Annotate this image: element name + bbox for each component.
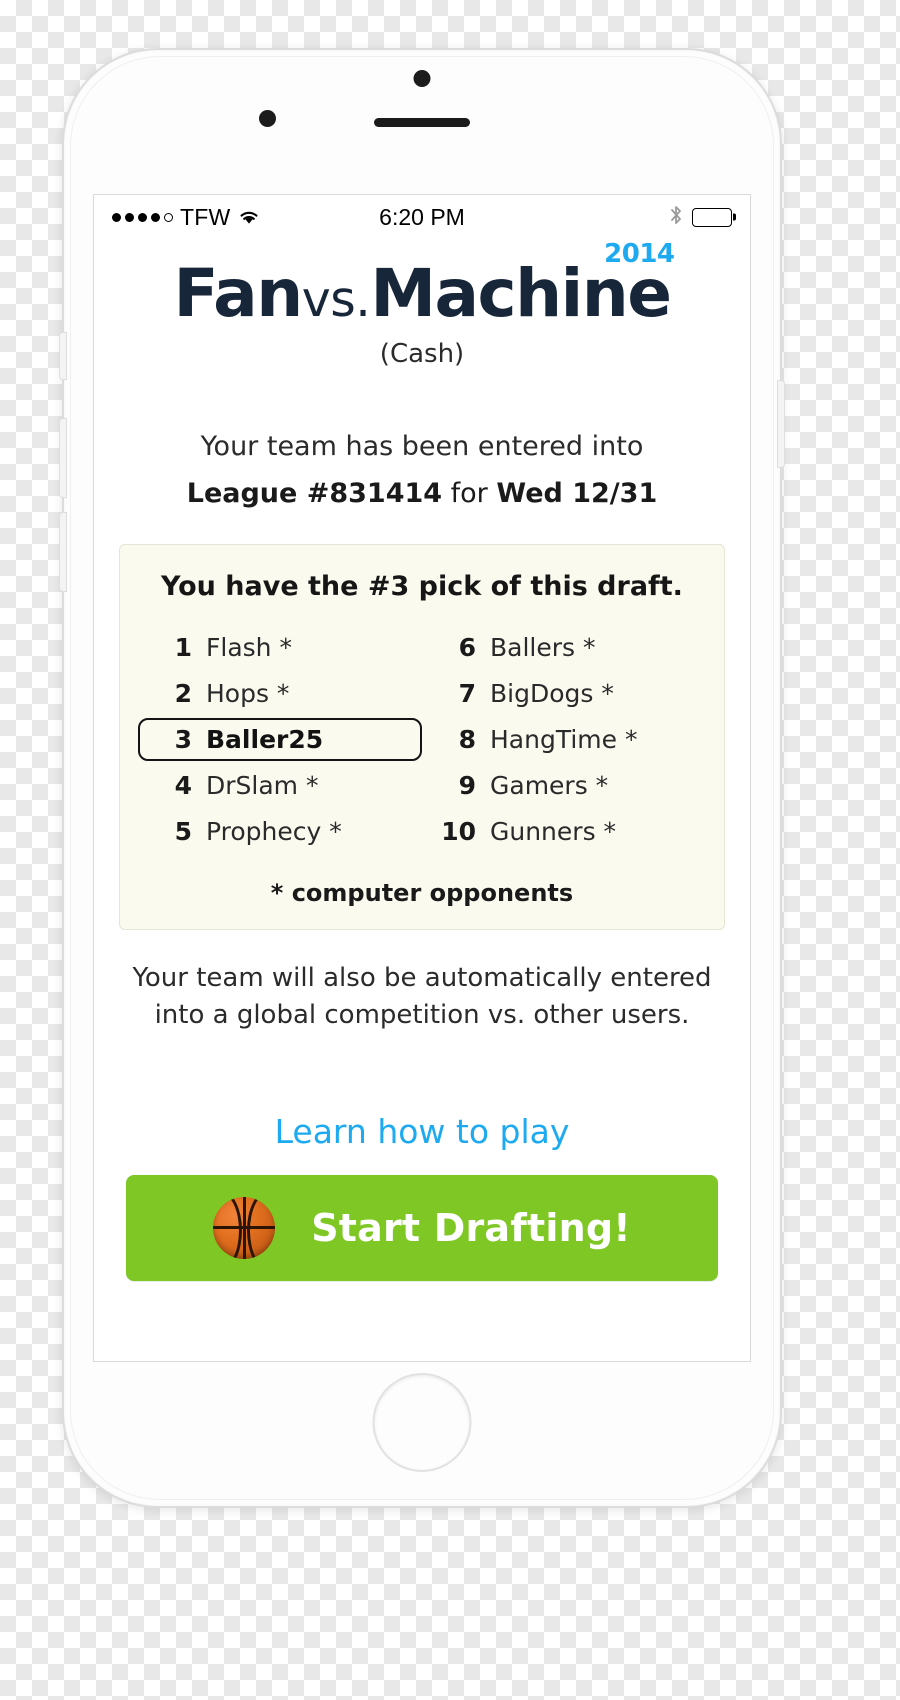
proximity-sensor: [259, 110, 276, 127]
draft-team-name: DrSlam *: [206, 771, 319, 800]
draft-team-name: BigDogs *: [490, 679, 614, 708]
logo-part-vs: vs.: [301, 271, 371, 328]
volume-up-button[interactable]: [59, 418, 67, 498]
draft-row[interactable]: 4 DrSlam *: [138, 764, 422, 807]
draft-order-grid: 1 Flash * 2 Hops * 3 Baller25 4 DrSlam *…: [138, 626, 706, 853]
draft-rank: 4: [174, 771, 192, 800]
wifi-icon: [237, 208, 261, 226]
draft-team-name: Flash *: [206, 633, 292, 662]
entry-confirmation: Your team has been entered into League #…: [116, 427, 728, 514]
front-camera: [413, 70, 431, 87]
logo-year-badge: 2014: [604, 239, 675, 269]
draft-row[interactable]: 6 Ballers *: [422, 626, 706, 669]
draft-column-right: 6 Ballers * 7 BigDogs * 8 HangTime * 9 G…: [422, 626, 706, 853]
draft-team-name: Prophecy *: [206, 817, 342, 846]
draft-pick-title: You have the #3 pick of this draft.: [161, 571, 683, 602]
status-bar: TFW 6:20 PM: [94, 195, 750, 239]
entry-line-2: League #831414 for Wed 12/31: [116, 474, 728, 515]
draft-rank: 6: [458, 633, 476, 662]
signal-strength-icon: [112, 212, 173, 222]
start-drafting-label: Start Drafting!: [311, 1205, 631, 1250]
league-id-label: League #831414: [186, 477, 443, 509]
draft-rank: 5: [174, 817, 192, 846]
app-logo-wordmark: Fanvs.Machine: [173, 261, 672, 328]
draft-rank: 7: [458, 679, 476, 708]
draft-row[interactable]: 2 Hops *: [138, 672, 422, 715]
draft-order-card: You have the #3 pick of this draft. 1 Fl…: [119, 544, 725, 930]
global-competition-note: Your team will also be automatically ent…: [132, 963, 712, 1030]
learn-how-to-play-link[interactable]: Learn how to play: [116, 1112, 728, 1151]
phone-screen: TFW 6:20 PM Fanvs.Machine 2014 (Cash) Yo…: [93, 194, 751, 1362]
basketball-icon: [213, 1196, 276, 1259]
draft-column-left: 1 Flash * 2 Hops * 3 Baller25 4 DrSlam *…: [138, 626, 422, 853]
phone-device-frame: TFW 6:20 PM Fanvs.Machine 2014 (Cash) Yo…: [59, 48, 785, 1508]
draft-row[interactable]: 7 BigDogs *: [422, 672, 706, 715]
volume-down-button[interactable]: [59, 512, 67, 592]
app-logo: Fanvs.Machine 2014: [173, 241, 675, 328]
carrier-label: TFW: [180, 203, 231, 230]
status-bar-right: [669, 204, 732, 231]
app-subtitle: (Cash): [379, 339, 465, 369]
draft-team-name: Gamers *: [490, 771, 609, 800]
league-date-label: Wed 12/31: [496, 477, 658, 509]
draft-team-name: HangTime *: [490, 725, 638, 754]
computer-opponents-footnote: * computer opponents: [270, 879, 574, 907]
draft-team-name: Baller25: [206, 725, 324, 754]
draft-rank: 9: [458, 771, 476, 800]
start-drafting-button[interactable]: Start Drafting!: [126, 1174, 718, 1281]
power-button[interactable]: [777, 380, 785, 468]
screen-content: Fanvs.Machine 2014 (Cash) Your team has …: [94, 239, 750, 1281]
status-bar-left: TFW: [112, 204, 261, 231]
draft-rank: 2: [174, 679, 192, 708]
bluetooth-icon: [669, 204, 683, 231]
battery-icon: [692, 207, 732, 227]
draft-rank: 10: [441, 817, 476, 846]
logo-part-fan: Fan: [173, 255, 303, 332]
entry-connector: for: [442, 477, 497, 509]
draft-row[interactable]: 5 Prophecy *: [138, 810, 422, 853]
draft-team-name: Hops *: [206, 679, 290, 708]
draft-row[interactable]: 8 HangTime *: [422, 718, 706, 761]
draft-row[interactable]: 1 Flash *: [138, 626, 422, 669]
draft-team-name: Gunners *: [490, 817, 617, 846]
draft-row[interactable]: 10 Gunners *: [422, 810, 706, 853]
entry-line-1: Your team has been entered into: [200, 431, 644, 462]
draft-row[interactable]: 9 Gamers *: [422, 764, 706, 807]
draft-rank: 8: [458, 725, 476, 754]
home-button[interactable]: [372, 1373, 472, 1472]
earpiece-speaker: [374, 118, 470, 127]
silent-switch[interactable]: [59, 332, 67, 380]
draft-rank: 3: [174, 725, 192, 754]
draft-team-name: Ballers *: [490, 633, 596, 662]
draft-rank: 1: [174, 633, 192, 662]
draft-row-user-pick[interactable]: 3 Baller25: [138, 718, 422, 761]
